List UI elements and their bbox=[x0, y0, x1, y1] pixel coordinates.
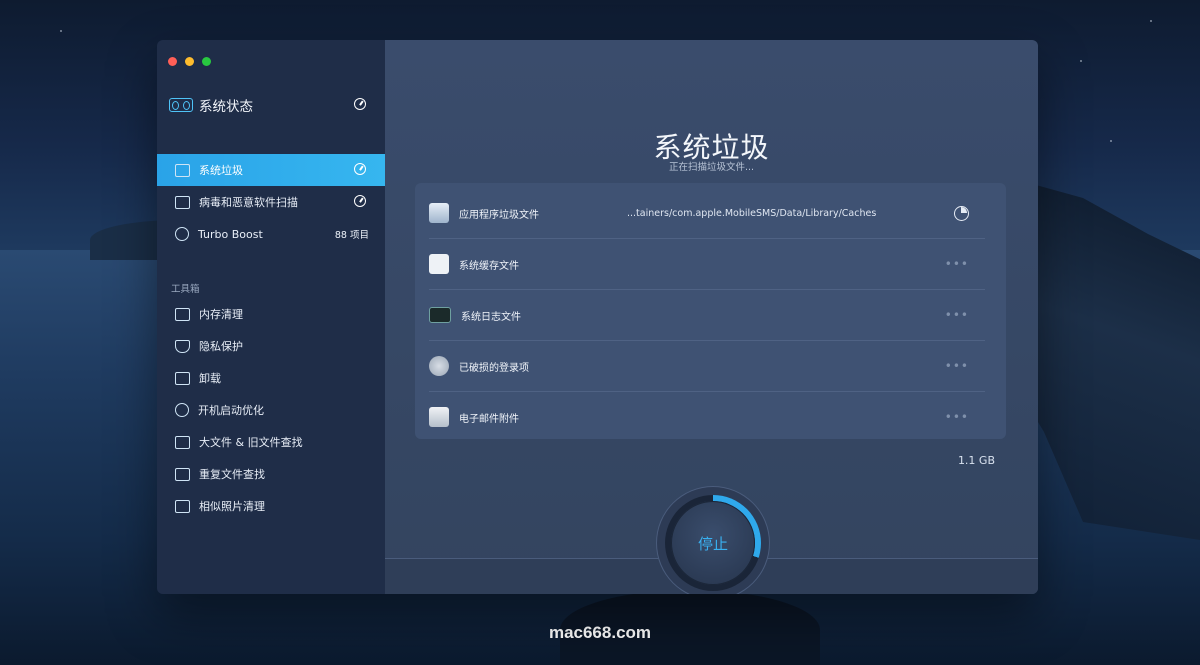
main-pane: 系统垃圾 正在扫描垃圾文件... 应用程序垃圾文件 ...tainers/com… bbox=[385, 40, 1038, 594]
photo-icon bbox=[175, 499, 190, 513]
power-icon bbox=[429, 356, 449, 376]
scan-gauge-icon bbox=[354, 163, 366, 175]
watermark: mac668.com bbox=[548, 623, 652, 642]
status-gauge-icon bbox=[354, 98, 366, 110]
list-item-label: 系统缓存文件 bbox=[459, 260, 519, 272]
sidebar-item-turbo-boost[interactable]: Turbo Boost 88 项目 bbox=[157, 218, 385, 250]
sidebar-item-label: 重复文件查找 bbox=[199, 468, 265, 481]
sidebar-item-label: 相似照片清理 bbox=[199, 500, 265, 513]
list-item-mail-attachments[interactable]: 电子邮件附件 ••• bbox=[429, 392, 985, 442]
junk-list-panel: 应用程序垃圾文件 ...tainers/com.apple.MobileSMS/… bbox=[415, 183, 1006, 439]
sidebar-item-startup[interactable]: 开机启动优化 bbox=[157, 394, 385, 426]
sidebar-item-label: 系统垃圾 bbox=[199, 164, 243, 177]
window-controls bbox=[168, 57, 211, 66]
scan-path: ...tainers/com.apple.MobileSMS/Data/Libr… bbox=[627, 207, 877, 219]
list-item-system-logs[interactable]: 系统日志文件 ••• bbox=[429, 290, 985, 341]
list-item-label: 电子邮件附件 bbox=[459, 413, 519, 425]
memory-icon bbox=[175, 307, 190, 321]
total-size: 1.1 GB bbox=[957, 454, 995, 467]
toolbox-heading: 工具箱 bbox=[171, 284, 200, 295]
system-status-label: 系统状态 bbox=[199, 99, 253, 115]
list-item-app-junk[interactable]: 应用程序垃圾文件 ...tainers/com.apple.MobileSMS/… bbox=[429, 188, 985, 239]
sidebar-item-memory-clean[interactable]: 内存清理 bbox=[157, 298, 385, 330]
list-item-label: 应用程序垃圾文件 bbox=[459, 209, 539, 221]
sidebar-item-label: Turbo Boost bbox=[198, 227, 263, 241]
app-trash-icon bbox=[429, 203, 449, 223]
pending-indicator: ••• bbox=[944, 359, 969, 373]
sidebar-item-large-files[interactable]: 大文件 & 旧文件查找 bbox=[157, 426, 385, 458]
document-icon bbox=[429, 254, 449, 274]
sidebar-item-uninstall[interactable]: 卸载 bbox=[157, 362, 385, 394]
sidebar-item-malware-scan[interactable]: 病毒和恶意软件扫描 bbox=[157, 186, 385, 218]
scan-gauge-icon bbox=[354, 195, 366, 207]
attachment-icon bbox=[429, 407, 449, 427]
sidebar: 系统状态 系统垃圾 病毒和恶意软件扫描 Turbo Boost 88 项目 工具… bbox=[157, 40, 385, 594]
turbo-icon bbox=[175, 227, 189, 241]
log-icon bbox=[429, 307, 451, 323]
turbo-count: 88 项目 bbox=[334, 230, 369, 241]
sidebar-item-duplicates[interactable]: 重复文件查找 bbox=[157, 458, 385, 490]
pending-indicator: ••• bbox=[944, 308, 969, 322]
minimize-button[interactable] bbox=[185, 57, 194, 66]
malware-scan-icon bbox=[175, 195, 190, 209]
duplicate-icon bbox=[175, 467, 190, 481]
app-window: 系统状态 系统垃圾 病毒和恶意软件扫描 Turbo Boost 88 项目 工具… bbox=[157, 40, 1038, 594]
list-item-broken-login[interactable]: 已破损的登录项 ••• bbox=[429, 341, 985, 392]
power-icon bbox=[175, 403, 189, 417]
list-item-label: 系统日志文件 bbox=[461, 311, 521, 323]
pending-indicator: ••• bbox=[944, 257, 969, 271]
system-status-icon bbox=[169, 98, 193, 112]
trash-icon bbox=[175, 371, 190, 385]
scan-progress-icon bbox=[954, 205, 969, 221]
sidebar-item-label: 病毒和恶意软件扫描 bbox=[199, 196, 298, 209]
pending-indicator: ••• bbox=[944, 410, 969, 424]
files-icon bbox=[175, 435, 190, 449]
junk-icon bbox=[175, 163, 190, 177]
list-item-label: 已破损的登录项 bbox=[459, 362, 529, 374]
sidebar-item-label: 大文件 & 旧文件查找 bbox=[199, 436, 303, 449]
sidebar-item-privacy[interactable]: 隐私保护 bbox=[157, 330, 385, 362]
list-item-system-cache[interactable]: 系统缓存文件 ••• bbox=[429, 239, 985, 290]
zoom-button[interactable] bbox=[202, 57, 211, 66]
system-status-item[interactable]: 系统状态 bbox=[169, 95, 369, 115]
close-button[interactable] bbox=[168, 57, 177, 66]
stop-button[interactable]: 停止 bbox=[671, 501, 755, 585]
shield-icon bbox=[175, 339, 190, 353]
sidebar-item-system-junk[interactable]: 系统垃圾 bbox=[157, 154, 385, 186]
sidebar-item-label: 隐私保护 bbox=[199, 340, 243, 353]
scan-status-text: 正在扫描垃圾文件... bbox=[668, 162, 755, 173]
stop-button-ring: 停止 bbox=[657, 487, 769, 594]
sidebar-item-label: 卸载 bbox=[199, 372, 221, 385]
sidebar-item-similar-photos[interactable]: 相似照片清理 bbox=[157, 490, 385, 522]
sidebar-item-label: 内存清理 bbox=[199, 308, 243, 321]
sidebar-item-label: 开机启动优化 bbox=[198, 404, 264, 417]
